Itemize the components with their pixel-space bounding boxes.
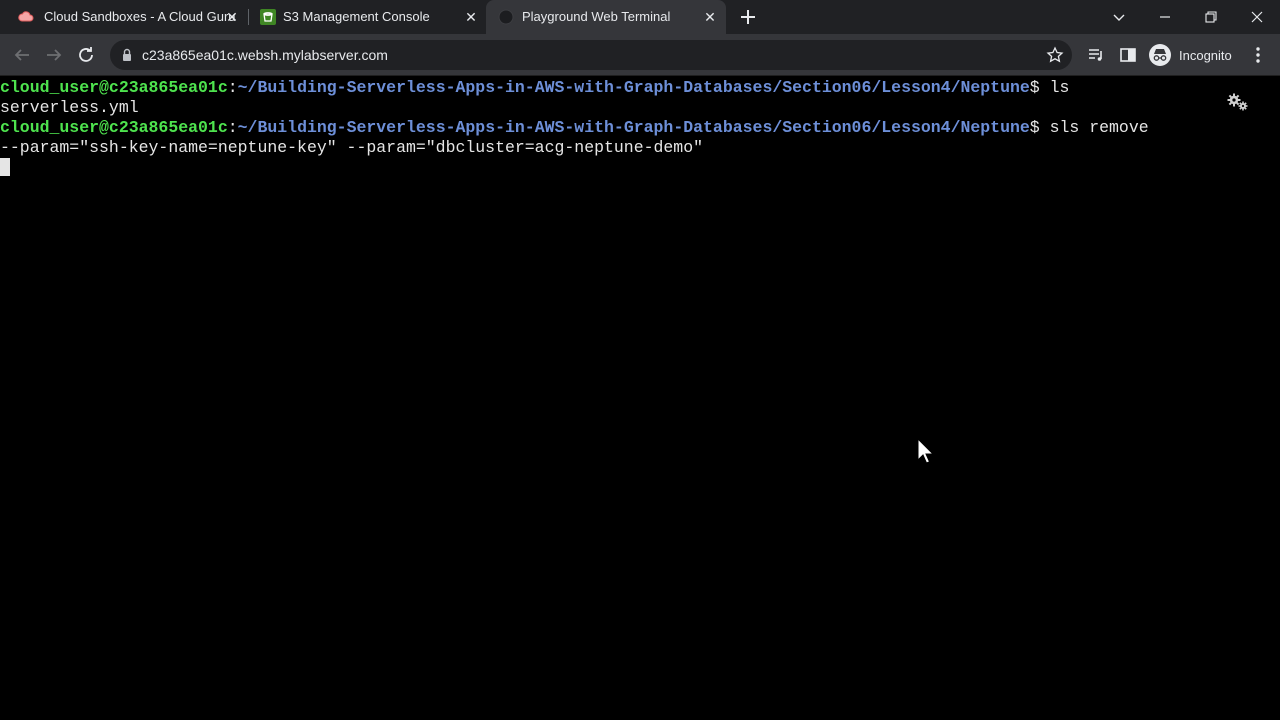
prompt-separator: : [227, 118, 238, 137]
terminal-command-continuation: --param="ssh-key-name=neptune-key" --par… [0, 138, 704, 157]
url-text[interactable]: c23a865ea01c.websh.mylabserver.com [142, 47, 388, 63]
tab-cloud-sandboxes[interactable]: Cloud Sandboxes - A Cloud Guru ✕ [0, 0, 248, 34]
prompt-user: cloud_user@c23a865ea01c [0, 78, 228, 97]
prompt-path: ~/Building-Serverless-Apps-in-AWS-with-G… [237, 78, 1030, 97]
incognito-icon [1149, 44, 1171, 66]
bookmark-star-icon[interactable] [1046, 46, 1064, 64]
forward-arrow-icon[interactable] [42, 43, 66, 67]
more-menu-icon[interactable] [1249, 45, 1267, 65]
terminal-line: cloud_user@c23a865ea01c:~/Building-Serve… [0, 78, 1069, 98]
prompt-path: ~/Building-Serverless-Apps-in-AWS-with-G… [237, 118, 1030, 137]
browser-window: Cloud Sandboxes - A Cloud Guru ✕ S3 Mana… [0, 0, 1280, 720]
cloud-icon [18, 11, 34, 22]
tab-search-chevron-icon[interactable] [1106, 5, 1132, 29]
incognito-label: Incognito [1179, 47, 1232, 63]
tab-strip: Cloud Sandboxes - A Cloud Guru ✕ S3 Mana… [0, 0, 1280, 34]
tab-title: Playground Web Terminal [522, 9, 671, 24]
new-tab-plus-icon[interactable] [737, 6, 759, 28]
address-bar[interactable]: c23a865ea01c.websh.mylabserver.com [110, 40, 1072, 70]
aws-s3-icon [260, 9, 276, 25]
tab-s3-console[interactable]: S3 Management Console ✕ [248, 0, 486, 34]
globe-icon [498, 9, 514, 25]
close-icon[interactable]: ✕ [222, 7, 242, 27]
web-terminal[interactable]: cloud_user@c23a865ea01c:~/Building-Serve… [0, 76, 1280, 720]
browser-toolbar: c23a865ea01c.websh.mylabserver.com Incog… [0, 34, 1280, 76]
prompt-user: cloud_user@c23a865ea01c [0, 118, 228, 137]
command-text: $ sls remove [1029, 118, 1149, 137]
terminal-cursor [0, 158, 10, 176]
mouse-pointer-icon [917, 438, 935, 464]
lock-icon[interactable] [120, 48, 134, 62]
incognito-profile-button[interactable]: Incognito [1146, 41, 1238, 69]
media-queue-icon[interactable] [1086, 45, 1106, 65]
close-icon[interactable]: ✕ [461, 7, 481, 27]
settings-gears-icon[interactable] [1226, 92, 1250, 112]
reload-icon[interactable] [74, 43, 98, 67]
tab-title: S3 Management Console [283, 9, 430, 24]
minimize-icon[interactable] [1152, 5, 1178, 29]
command-text: $ ls [1029, 78, 1070, 97]
side-panel-icon[interactable] [1118, 45, 1138, 65]
back-arrow-icon[interactable] [10, 43, 34, 67]
close-window-icon[interactable] [1244, 5, 1270, 29]
tab-title: Cloud Sandboxes - A Cloud Guru [44, 9, 236, 24]
terminal-output: serverless.yml [0, 98, 139, 117]
close-icon[interactable]: ✕ [700, 7, 720, 27]
terminal-line: cloud_user@c23a865ea01c:~/Building-Serve… [0, 118, 1149, 138]
prompt-separator: : [227, 78, 238, 97]
tab-web-terminal[interactable]: Playground Web Terminal ✕ [486, 0, 726, 34]
restore-icon[interactable] [1198, 5, 1224, 29]
